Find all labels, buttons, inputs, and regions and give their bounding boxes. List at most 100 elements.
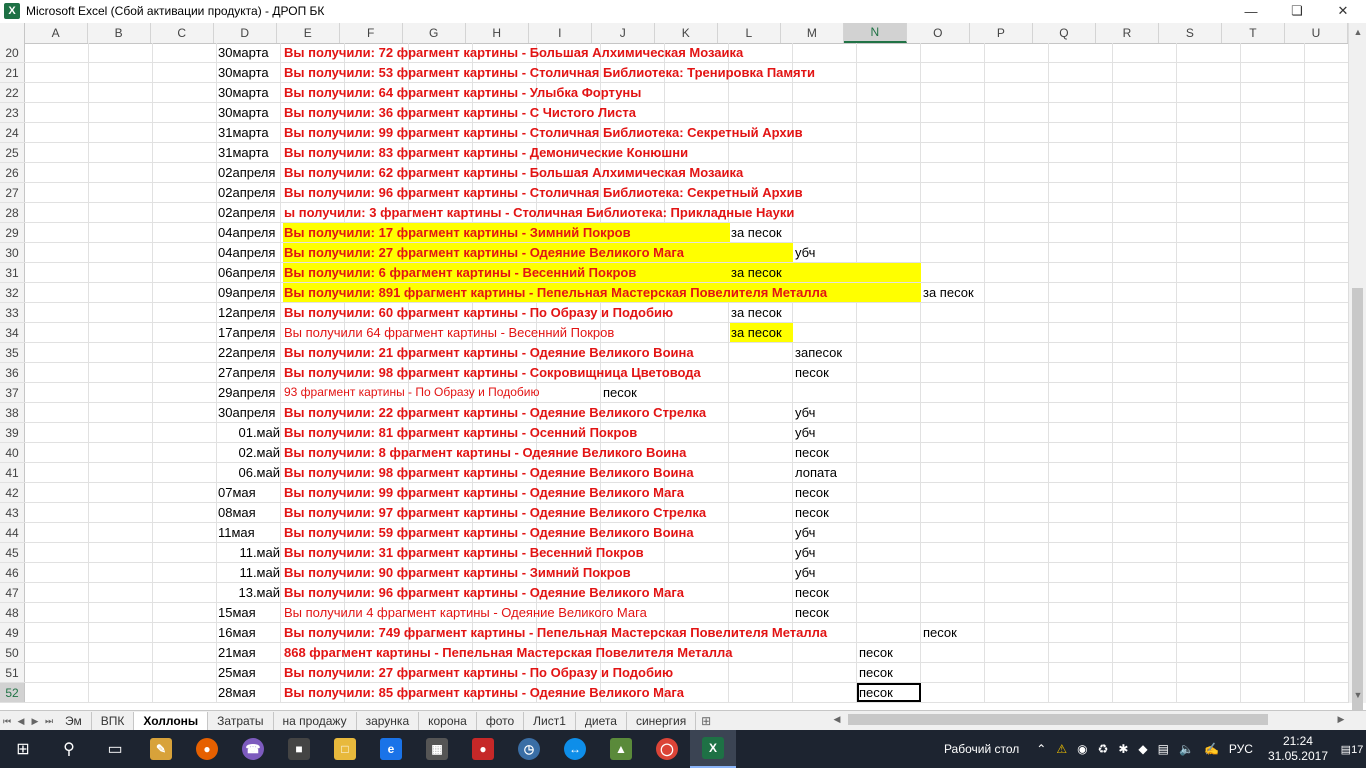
- dropbox-icon[interactable]: ◆: [1138, 742, 1147, 756]
- row-header[interactable]: 43: [0, 503, 25, 522]
- pen-icon[interactable]: ✍: [1204, 742, 1219, 756]
- note-cell[interactable]: за песок: [731, 223, 782, 242]
- message-cell[interactable]: Вы получили: 749 фрагмент картины - Пепе…: [284, 623, 827, 642]
- explorer-icon[interactable]: □: [322, 730, 368, 768]
- row-header[interactable]: 49: [0, 623, 25, 642]
- column-header-t[interactable]: T: [1222, 23, 1285, 43]
- row-header[interactable]: 32: [0, 283, 25, 302]
- message-cell[interactable]: Вы получили: 72 фрагмент картины - Больш…: [284, 43, 743, 62]
- column-header-b[interactable]: B: [88, 23, 151, 43]
- last-sheet-icon[interactable]: ⏭: [42, 716, 56, 727]
- row-header[interactable]: 41: [0, 463, 25, 482]
- horizontal-scroll-thumb[interactable]: [848, 714, 1268, 725]
- note-cell[interactable]: убч: [795, 543, 815, 562]
- message-cell[interactable]: Вы получили: 53 фрагмент картины - Столи…: [284, 63, 815, 82]
- horizontal-scrollbar[interactable]: ◀ ▶: [830, 712, 1348, 727]
- date-cell[interactable]: 21мая: [218, 643, 256, 662]
- teamviewer-icon[interactable]: ↔: [552, 730, 598, 768]
- chrome-icon[interactable]: ◯: [644, 730, 690, 768]
- sheet-tab[interactable]: диета: [576, 711, 627, 731]
- sheet-tab[interactable]: фото: [477, 711, 525, 731]
- message-cell[interactable]: Вы получили: 59 фрагмент картины - Одеян…: [284, 523, 694, 542]
- note-cell[interactable]: лопата: [795, 463, 837, 482]
- column-header-f[interactable]: F: [340, 23, 403, 43]
- viber-icon[interactable]: ☎: [230, 730, 276, 768]
- spreadsheet-grid[interactable]: 20 30марта Вы получили: 72 фрагмент картин…: [0, 43, 1348, 703]
- row-header[interactable]: 22: [0, 83, 25, 102]
- note-cell[interactable]: за песок: [731, 323, 782, 342]
- message-cell[interactable]: Вы получили: 85 фрагмент картины - Одеян…: [284, 683, 684, 702]
- minimize-icon[interactable]: —: [1228, 0, 1274, 22]
- sheet-tab[interactable]: Затраты: [208, 711, 274, 731]
- first-sheet-icon[interactable]: ⏮: [0, 716, 14, 727]
- sheet-tab[interactable]: синергия: [627, 711, 697, 731]
- message-cell[interactable]: Вы получили: 90 фрагмент картины - Зимни…: [284, 563, 631, 582]
- note-cell[interactable]: за песок: [731, 303, 782, 322]
- message-cell[interactable]: Вы получили: 97 фрагмент картины - Одеян…: [284, 503, 706, 522]
- recycle-icon[interactable]: ♻: [1098, 742, 1109, 756]
- date-cell[interactable]: 30марта: [218, 43, 269, 62]
- store-icon[interactable]: ■: [276, 730, 322, 768]
- restore-icon[interactable]: ❏: [1274, 0, 1320, 22]
- column-header-p[interactable]: P: [970, 23, 1033, 43]
- message-cell[interactable]: Вы получили: 98 фрагмент картины - Сокро…: [284, 363, 701, 382]
- message-cell[interactable]: Вы получили: 31 фрагмент картины - Весен…: [284, 543, 644, 562]
- note-cell[interactable]: песок: [795, 583, 829, 602]
- clock[interactable]: 21:24 31.05.2017: [1268, 734, 1328, 764]
- message-cell[interactable]: Вы получили: 99 фрагмент картины - Одеян…: [284, 483, 684, 502]
- message-cell[interactable]: Вы получили: 27 фрагмент картины - По Об…: [284, 663, 673, 682]
- row-header[interactable]: 45: [0, 543, 25, 562]
- volume-icon[interactable]: 🔈: [1179, 742, 1194, 756]
- message-cell[interactable]: Вы получили: 22 фрагмент картины - Одеян…: [284, 403, 706, 422]
- date-cell[interactable]: 30марта: [218, 83, 269, 102]
- app-icon-2[interactable]: ▲: [598, 730, 644, 768]
- message-cell[interactable]: 93 фрагмент картины - По Образу и Подоби…: [284, 383, 539, 402]
- date-cell[interactable]: 17апреля: [218, 323, 275, 342]
- message-cell[interactable]: Вы получили: 21 фрагмент картины - Одеян…: [284, 343, 694, 362]
- date-cell[interactable]: 11.май: [218, 563, 280, 582]
- column-header-r[interactable]: R: [1096, 23, 1159, 43]
- column-header-g[interactable]: G: [403, 23, 466, 43]
- firefox-icon[interactable]: ●: [184, 730, 230, 768]
- column-header-d[interactable]: D: [214, 23, 277, 43]
- message-cell[interactable]: Вы получили: 64 фрагмент картины - Улыбк…: [284, 83, 641, 102]
- row-header[interactable]: 23: [0, 103, 25, 122]
- column-header-u[interactable]: U: [1285, 23, 1348, 43]
- message-cell[interactable]: Вы получили: 36 фрагмент картины - С Чис…: [284, 103, 636, 122]
- row-header[interactable]: 25: [0, 143, 25, 162]
- date-cell[interactable]: 07мая: [218, 483, 256, 502]
- message-cell[interactable]: Вы получили: 96 фрагмент картины - Одеян…: [284, 583, 684, 602]
- column-header-i[interactable]: I: [529, 23, 592, 43]
- row-header[interactable]: 38: [0, 403, 25, 422]
- message-cell[interactable]: Вы получили: 60 фрагмент картины - По Об…: [284, 303, 673, 322]
- search-icon[interactable]: ⚲: [46, 730, 92, 768]
- sheet-tab[interactable]: зарунка: [357, 711, 420, 731]
- message-cell[interactable]: Вы получили: 96 фрагмент картины - Столи…: [284, 183, 803, 202]
- vertical-scroll-thumb[interactable]: [1352, 288, 1363, 713]
- date-cell[interactable]: 31марта: [218, 143, 269, 162]
- note-cell[interactable]: убч: [795, 523, 815, 542]
- task-view-icon[interactable]: ▭: [92, 730, 138, 768]
- date-cell[interactable]: 04апреля: [218, 243, 275, 262]
- alarm-icon[interactable]: ◷: [506, 730, 552, 768]
- sheet-tab[interactable]: Эм: [56, 711, 92, 731]
- message-cell[interactable]: Вы получили: 62 фрагмент картины - Больш…: [284, 163, 743, 182]
- edge-icon[interactable]: e: [368, 730, 414, 768]
- sheet-tab[interactable]: ВПК: [92, 711, 135, 731]
- column-header-n[interactable]: N: [843, 23, 907, 43]
- note-cell[interactable]: убч: [795, 563, 815, 582]
- row-header[interactable]: 24: [0, 123, 25, 142]
- column-header-m[interactable]: M: [781, 23, 844, 43]
- chevron-up-icon[interactable]: ⌃: [1036, 742, 1046, 756]
- date-cell[interactable]: 30марта: [218, 103, 269, 122]
- note-cell[interactable]: песок: [795, 503, 829, 522]
- date-cell[interactable]: 29апреля: [218, 383, 275, 402]
- row-header[interactable]: 40: [0, 443, 25, 462]
- excel-app-icon[interactable]: X: [4, 3, 20, 19]
- next-sheet-icon[interactable]: ▶: [28, 716, 42, 727]
- date-cell[interactable]: 04апреля: [218, 223, 275, 242]
- row-header[interactable]: 34: [0, 323, 25, 342]
- row-header[interactable]: 20: [0, 43, 25, 62]
- row-header[interactable]: 35: [0, 343, 25, 362]
- scroll-left-icon[interactable]: ◀: [830, 712, 844, 727]
